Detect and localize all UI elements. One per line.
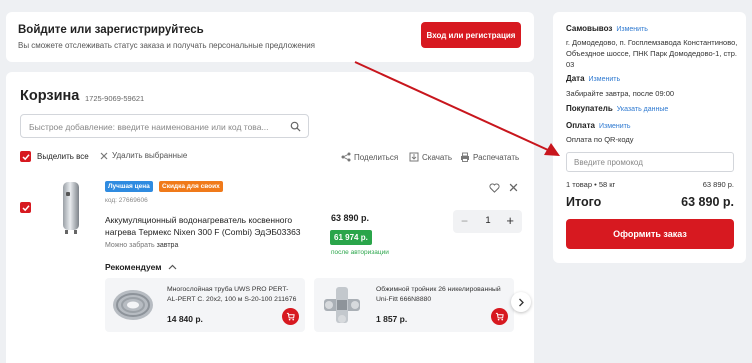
search-icon[interactable]: [290, 121, 301, 134]
share-label: Поделиться: [354, 152, 399, 162]
payment-label-text: Оплата: [566, 121, 595, 130]
quick-add-input[interactable]: [29, 120, 284, 133]
buyer-label: Покупатель Указать данные: [566, 104, 668, 113]
item-name[interactable]: Аккумуляционный водонагреватель косвенно…: [105, 214, 325, 238]
cart-icon: [286, 312, 295, 321]
payment-label: Оплата Изменить: [566, 121, 631, 130]
print-label: Распечатать: [473, 152, 520, 162]
pickup-address: г. Домодедово, п. Госплемзавода Констант…: [566, 38, 738, 69]
recommended-header[interactable]: Рекомендуем: [105, 262, 177, 272]
login-register-button[interactable]: Вход или регистрация: [421, 22, 521, 48]
delete-selected-label: Удалить выбранные: [112, 151, 188, 160]
download-button[interactable]: Скачать: [409, 152, 452, 162]
recommended-name: Многослойная труба UWS PRO PERT-AL-PERT …: [167, 286, 297, 303]
order-summary-panel: Самовывоз Изменить г. Домодедово, п. Госп…: [553, 12, 746, 263]
item-checkbox[interactable]: [20, 202, 31, 213]
cart-title: Корзина: [20, 88, 80, 104]
pickup-label-text: Самовывоз: [566, 24, 613, 33]
share-icon: [341, 152, 351, 162]
checkout-button[interactable]: Оформить заказ: [566, 219, 734, 249]
download-icon: [409, 152, 419, 162]
recommended-price: 1 857 р.: [376, 314, 408, 324]
recommended-name: Обжимной тройник 26 никелированный Uni-F…: [376, 286, 501, 303]
checkmark-icon: [21, 204, 30, 211]
download-label: Скачать: [422, 152, 452, 162]
pickup-label: Самовывоз Изменить: [566, 24, 648, 33]
quantity-stepper: − 1 +: [453, 210, 522, 233]
recommended-product-image: [113, 290, 153, 320]
buyer-data-link[interactable]: Указать данные: [617, 106, 669, 113]
cart-number: 1725-9069-59621: [85, 94, 145, 103]
after-auth-label: после авторизации: [331, 249, 389, 256]
chevron-up-icon: [168, 264, 177, 270]
cart-panel: Корзина 1725-9069-59621 Выделить все Уда…: [6, 72, 534, 363]
items-summary: 1 товар • 58 кг: [566, 180, 616, 189]
change-pickup-link[interactable]: Изменить: [616, 26, 648, 33]
select-all-checkbox[interactable]: [20, 151, 31, 162]
checkmark-icon: [21, 153, 30, 160]
add-to-cart-button[interactable]: [282, 308, 299, 325]
auth-banner: Войдите или зарегистрируйтесь Вы сможете…: [6, 12, 534, 62]
cart-icon: [495, 312, 504, 321]
quantity-decrease-button[interactable]: −: [461, 214, 468, 228]
item-price: 63 890 р.: [331, 213, 370, 223]
product-image[interactable]: [60, 180, 82, 235]
buyer-label-text: Покупатель: [566, 104, 613, 113]
pickup-availability: Можно забрать завтра: [105, 242, 178, 249]
change-date-link[interactable]: Изменить: [589, 76, 621, 83]
quick-add-field[interactable]: [20, 114, 309, 138]
best-price-badge: Лучшая цена: [105, 181, 153, 192]
recommended-card[interactable]: Многослойная труба UWS PRO PERT-AL-PERT …: [105, 278, 305, 332]
heart-icon[interactable]: [489, 183, 500, 195]
recommended-title: Рекомендуем: [105, 262, 162, 272]
recommended-product-image: [324, 287, 360, 323]
chevron-right-icon: [519, 298, 524, 306]
delete-selected-button[interactable]: Удалить выбранные: [100, 151, 187, 160]
quantity-increase-button[interactable]: +: [506, 213, 514, 228]
item-code: код: 27669606: [105, 197, 148, 204]
date-label: Дата Изменить: [566, 74, 620, 83]
total-value: 63 890 р.: [681, 195, 734, 209]
auth-price-badge: 61 974 р.: [330, 230, 372, 245]
close-icon: [100, 152, 108, 159]
recommended-price: 14 840 р.: [167, 314, 203, 324]
share-button[interactable]: Поделиться: [341, 152, 398, 162]
pickup-when: завтра: [156, 242, 179, 249]
date-label-text: Дата: [566, 74, 585, 83]
add-to-cart-button[interactable]: [491, 308, 508, 325]
print-button[interactable]: Распечатать: [460, 152, 519, 162]
recommended-card[interactable]: Обжимной тройник 26 никелированный Uni-F…: [314, 278, 514, 332]
carousel-next-button[interactable]: [511, 292, 531, 312]
change-payment-link[interactable]: Изменить: [599, 123, 631, 130]
promo-input[interactable]: [574, 157, 724, 168]
pickup-prefix: Можно забрать: [105, 242, 155, 249]
print-icon: [461, 152, 469, 162]
close-icon[interactable]: [509, 183, 518, 194]
quantity-value[interactable]: 1: [483, 215, 493, 226]
payment-text: Оплата по QR-коду: [566, 135, 634, 144]
discount-badge: Скидка для своих: [159, 181, 223, 192]
auth-title: Войдите или зарегистрируйтесь: [18, 24, 204, 36]
auth-subtitle: Вы сможете отслеживать статус заказа и п…: [18, 41, 315, 50]
items-summary-price: 63 890 р.: [702, 180, 734, 189]
promo-field[interactable]: [566, 152, 734, 172]
date-text: Забирайте завтра, после 09:00: [566, 89, 675, 98]
total-label: Итого: [566, 195, 602, 209]
select-all-label[interactable]: Выделить все: [37, 152, 89, 161]
